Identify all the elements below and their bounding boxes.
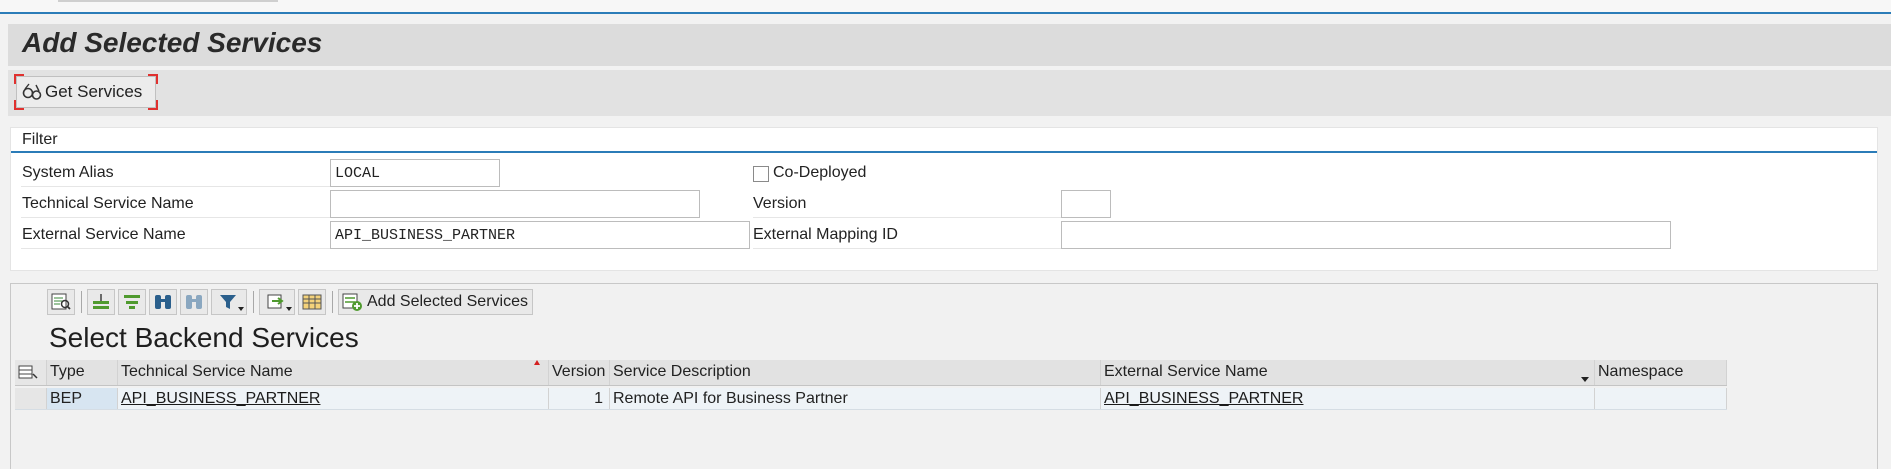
alv-title: Select Backend Services: [49, 322, 359, 353]
page-title: Add Selected Services: [22, 27, 323, 58]
column-header-version[interactable]: Version: [549, 360, 610, 385]
find-button[interactable]: [149, 289, 177, 315]
sort-descending-button[interactable]: [118, 289, 146, 315]
toolbar-separator: [253, 291, 254, 313]
version-label: Version: [753, 195, 807, 212]
details-button[interactable]: [47, 289, 75, 315]
alv-grid-container: Add Selected Services Select Backend Ser…: [10, 283, 1878, 469]
system-alias-label: System Alias: [22, 164, 114, 181]
external-mapping-id-input[interactable]: [1061, 221, 1671, 249]
export-button[interactable]: [259, 289, 295, 315]
row-divider: [753, 217, 1073, 218]
alv-toolbar: Add Selected Services: [47, 288, 533, 316]
filter-heading: Filter: [22, 131, 58, 148]
version-input[interactable]: [1061, 190, 1111, 218]
row-divider: [21, 186, 341, 187]
cell-external-service-name-link[interactable]: API_BUSINESS_PARTNER: [1101, 388, 1595, 409]
filter-panel: Filter System Alias LOCAL Co-Deployed Te…: [10, 127, 1878, 271]
co-deployed-label: Co-Deployed: [773, 164, 867, 181]
find-icon: [155, 295, 171, 309]
top-tab[interactable]: [58, 0, 278, 2]
table-header: Type Technical Service Name Version Serv…: [15, 360, 1727, 386]
details-icon: [51, 293, 71, 310]
get-services-label: Get Services: [45, 82, 143, 101]
cell-technical-service-name-link[interactable]: API_BUSINESS_PARTNER: [118, 388, 549, 409]
row-divider: [21, 217, 341, 218]
layout-grid-button[interactable]: [298, 289, 326, 315]
add-service-icon: [342, 293, 362, 311]
title-bar: Add Selected Services: [8, 24, 1891, 66]
add-selected-services-button[interactable]: Add Selected Services: [338, 289, 533, 315]
sort-descending-icon: [124, 295, 140, 309]
column-header-label: Technical Service Name: [121, 363, 293, 380]
get-services-button[interactable]: Get Services: [14, 74, 158, 110]
external-mapping-id-label: External Mapping ID: [753, 226, 898, 243]
column-header-external-service-name[interactable]: External Service Name: [1101, 360, 1595, 385]
column-header-namespace[interactable]: Namespace: [1595, 360, 1727, 385]
row-divider: [753, 248, 1073, 249]
table-settings-icon: [18, 365, 38, 379]
filter-header: Filter: [11, 128, 1877, 153]
table-row[interactable]: BEP API_BUSINESS_PARTNER 1 Remote API fo…: [15, 388, 1727, 410]
toolbar-separator: [332, 291, 333, 313]
column-header-service-description[interactable]: Service Description: [610, 360, 1101, 385]
focus-corner: [14, 100, 24, 110]
external-service-name-label: External Service Name: [22, 226, 186, 243]
top-strip: [0, 0, 1891, 14]
column-header-label: External Service Name: [1104, 363, 1268, 380]
sort-ascending-button[interactable]: [87, 289, 115, 315]
glasses-icon: [22, 83, 42, 100]
focus-corner: [148, 100, 158, 110]
filter-icon: [220, 295, 236, 309]
co-deployed-checkbox[interactable]: [753, 166, 769, 182]
export-icon: [267, 294, 284, 309]
column-header-type[interactable]: Type: [47, 360, 118, 385]
focus-corner: [14, 74, 24, 84]
cell-namespace[interactable]: [1595, 388, 1727, 409]
cell-service-description[interactable]: Remote API for Business Partner: [610, 388, 1101, 409]
toolbar: Get Services: [8, 70, 1891, 116]
system-alias-input[interactable]: LOCAL: [330, 159, 500, 187]
cell-version[interactable]: 1: [549, 388, 610, 409]
column-header-technical-service-name[interactable]: Technical Service Name: [118, 360, 549, 385]
row-selector[interactable]: [15, 388, 47, 409]
cell-type[interactable]: BEP: [47, 388, 118, 409]
external-service-name-input[interactable]: API_BUSINESS_PARTNER: [330, 221, 750, 249]
filter-button[interactable]: [211, 289, 247, 315]
sort-indicator-icon: [534, 360, 540, 365]
find-next-icon: [186, 295, 202, 309]
technical-service-name-label: Technical Service Name: [22, 195, 194, 212]
row-divider: [21, 248, 341, 249]
layout-grid-icon: [302, 294, 322, 310]
focus-corner: [148, 74, 158, 84]
add-selected-services-label: Add Selected Services: [367, 293, 528, 310]
find-next-button[interactable]: [180, 289, 208, 315]
toolbar-separator: [81, 291, 82, 313]
filter-indicator-icon: [1581, 377, 1589, 382]
select-all-button[interactable]: [15, 360, 47, 385]
sort-ascending-icon: [93, 294, 109, 309]
technical-service-name-input[interactable]: [330, 190, 700, 218]
